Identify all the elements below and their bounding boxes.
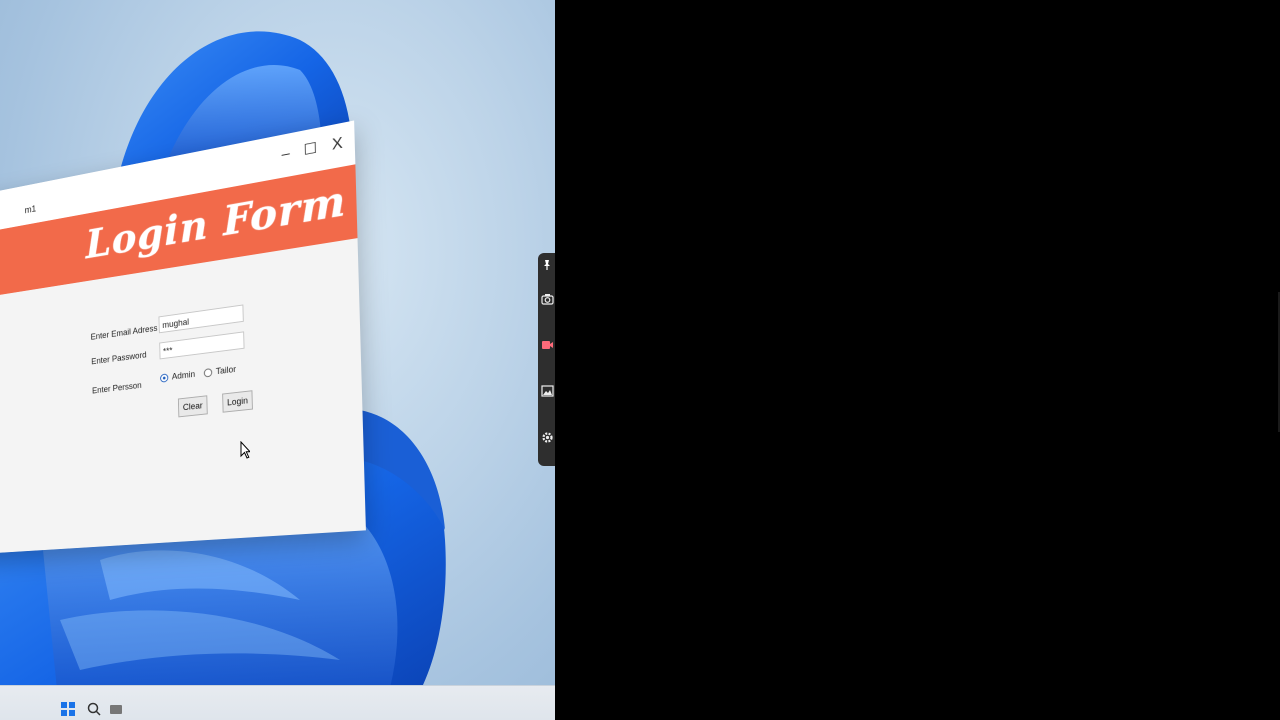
camera-icon[interactable]: [540, 291, 554, 307]
radio-selected-indicator[interactable]: [160, 372, 169, 383]
email-field[interactable]: mughal: [158, 304, 244, 334]
windows-start-icon[interactable]: [60, 701, 76, 717]
record-icon[interactable]: [540, 337, 554, 353]
password-label: Enter Password: [91, 349, 147, 367]
password-field[interactable]: ***: [159, 331, 245, 360]
email-label: Enter Email Adress: [90, 323, 158, 342]
capture-tool-panel: [538, 253, 555, 466]
pin-icon[interactable]: [540, 257, 554, 273]
taskbar: [0, 685, 555, 720]
login-window: m1 – ☐ X Login Form Enter Email Adress m…: [0, 120, 366, 556]
window-title: m1: [24, 204, 37, 217]
clear-button[interactable]: Clear: [177, 395, 208, 418]
person-label: Enter Persson: [91, 380, 142, 396]
maximize-button[interactable]: ☐: [299, 137, 321, 163]
search-icon[interactable]: [86, 701, 102, 717]
admin-radio[interactable]: Admin: [160, 369, 195, 383]
login-window-wrapper: m1 – ☐ X Login Form Enter Email Adress m…: [0, 120, 366, 556]
login-button[interactable]: Login: [222, 390, 253, 413]
admin-radio-label: Admin: [171, 369, 196, 382]
gear-icon[interactable]: [540, 429, 554, 445]
close-button[interactable]: X: [326, 132, 349, 158]
task-view-icon[interactable]: [108, 701, 124, 717]
radio-unselected-indicator[interactable]: [203, 367, 213, 378]
minimize-button[interactable]: –: [275, 142, 297, 168]
mouse-pointer-icon: [240, 441, 250, 459]
tailor-radio-label: Tailor: [215, 364, 237, 377]
black-background: [555, 0, 1280, 720]
tailor-radio[interactable]: Tailor: [203, 364, 237, 378]
image-icon[interactable]: [540, 383, 554, 399]
